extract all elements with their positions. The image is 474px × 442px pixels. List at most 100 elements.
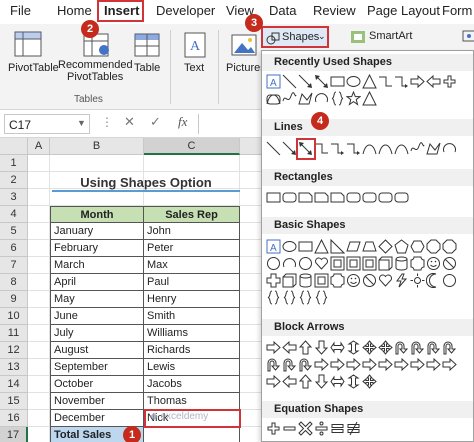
sales-rep-cell[interactable]: John [144,223,240,240]
pivottable-button[interactable] [12,30,44,60]
sales-rep-cell[interactable]: Lewis [144,359,240,376]
cell[interactable] [240,308,262,325]
rarrow-shape-icon[interactable] [266,374,281,389]
oval-shape-icon[interactable] [346,74,361,89]
curve-shape-icon[interactable] [394,141,409,156]
column-header[interactable] [240,138,262,155]
curve-shape-icon[interactable] [362,141,377,156]
para-shape-icon[interactable] [346,239,361,254]
arrowline-shape-icon[interactable] [282,141,297,156]
sales-rep-cell[interactable]: Thomas [144,393,240,410]
sales-rep-cell[interactable]: Paul [144,274,240,291]
cell[interactable] [28,291,50,308]
nosym-shape-icon[interactable] [442,256,457,271]
snip-shape-icon[interactable] [298,190,313,205]
scribble-shape-icon[interactable] [410,141,425,156]
sales-rep-cell[interactable]: Henry [144,291,240,308]
oct-shape-icon[interactable] [442,239,457,254]
quad-shape-icon[interactable] [378,340,393,355]
arc-shape-icon[interactable] [442,141,457,156]
cell[interactable] [240,240,262,257]
smiley-shape-icon[interactable] [426,256,441,271]
month-cell[interactable]: July [50,325,144,342]
arc-shape-icon[interactable] [314,91,329,106]
rarrow-shape-icon[interactable] [330,357,345,372]
cell[interactable] [28,308,50,325]
column-header[interactable]: A [28,138,50,155]
cell[interactable] [50,155,144,172]
frame-shape-icon[interactable] [346,256,361,271]
dblarrow-shape-icon[interactable] [314,74,329,89]
elbowarrow-shape-icon[interactable] [346,141,361,156]
rect-shape-icon[interactable] [266,190,281,205]
rarrow-shape-icon[interactable] [426,357,441,372]
uturn-shape-icon[interactable] [298,357,313,372]
brace-shape-icon[interactable] [266,290,281,305]
line-shape-icon[interactable] [266,141,281,156]
cell[interactable] [28,189,50,206]
uarrow-shape-icon[interactable] [298,340,313,355]
plaque-shape-icon[interactable] [330,273,345,288]
chevron-down-icon[interactable]: ▼ [77,118,86,128]
month-cell[interactable]: February [50,240,144,257]
cube-shape-icon[interactable] [282,273,297,288]
cell[interactable] [240,223,262,240]
arc-shape-icon[interactable] [282,256,297,271]
cell[interactable] [28,155,50,172]
sales-rep-cell[interactable]: Smith [144,308,240,325]
curve-shape-icon[interactable] [378,141,393,156]
cell[interactable] [28,206,50,223]
tab-page-layout[interactable]: Page Layout [367,3,440,18]
select-all-corner[interactable] [0,138,28,155]
row-header[interactable]: 13 [0,359,28,376]
tab-developer[interactable]: Developer [156,3,215,18]
darrow-shape-icon[interactable] [314,374,329,389]
bolt-shape-icon[interactable] [394,273,409,288]
column-header[interactable]: B [50,138,144,155]
row-header[interactable]: 9 [0,291,28,308]
lrarrow-shape-icon[interactable] [330,340,345,355]
elbow-shape-icon[interactable] [378,74,393,89]
textbox-shape-icon[interactable]: A [266,74,281,89]
sales-rep-cell[interactable]: Peter [144,240,240,257]
pictures-button[interactable] [230,30,258,60]
circle-shape-icon[interactable] [298,256,313,271]
month-cell[interactable]: December [50,410,144,427]
uarrow-shape-icon[interactable] [298,374,313,389]
brace-shape-icon[interactable] [282,290,297,305]
plaque-shape-icon[interactable] [410,256,425,271]
freeform-shape-icon[interactable] [426,141,441,156]
cell[interactable] [28,359,50,376]
triangle-shape-icon[interactable] [314,238,329,254]
row-header[interactable]: 15 [0,393,28,410]
tab-home[interactable]: Home [57,3,92,18]
cell[interactable] [240,257,262,274]
divide-shape-icon[interactable] [314,421,329,436]
cell[interactable] [240,291,262,308]
name-box[interactable]: C17 ▼ [4,114,90,134]
cell[interactable] [28,410,50,427]
rrect-shape-icon[interactable] [378,190,393,205]
rarrow-shape-icon[interactable] [378,357,393,372]
cell[interactable] [240,206,262,223]
cell[interactable] [28,325,50,342]
cell[interactable] [240,342,262,359]
larrow-shape-icon[interactable] [426,74,441,89]
elbowarrow-shape-icon[interactable] [394,74,409,89]
star-shape-icon[interactable] [345,90,362,106]
table-header-month[interactable]: Month [50,206,144,223]
row-header[interactable]: 10 [0,308,28,325]
cell[interactable] [240,359,262,376]
rrect-shape-icon[interactable] [394,190,409,205]
formula-options-icon[interactable]: ⋮ [101,115,113,129]
cell[interactable] [28,172,50,189]
snip-shape-icon[interactable] [330,190,345,205]
row-header[interactable]: 14 [0,376,28,393]
frame-shape-icon[interactable] [362,256,377,271]
udarrow-shape-icon[interactable] [346,374,361,389]
uturn-shape-icon[interactable] [266,357,281,372]
screenshot-icon[interactable] [462,28,474,47]
month-cell[interactable]: September [50,359,144,376]
cell[interactable] [240,189,262,206]
larrow-shape-icon[interactable] [282,374,297,389]
